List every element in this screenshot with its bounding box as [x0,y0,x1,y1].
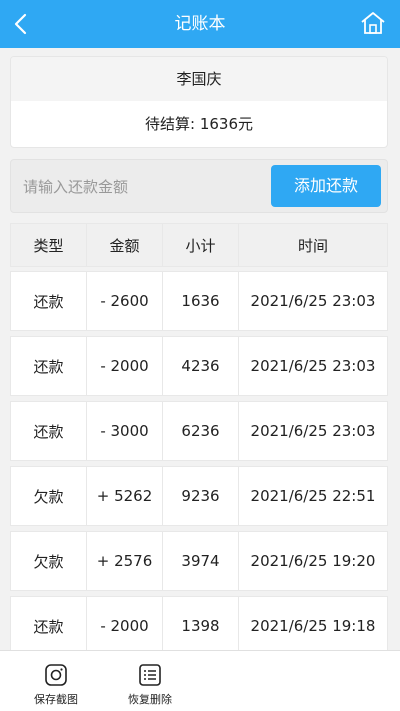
table-header: 类型 金额 小计 时间 [10,223,388,267]
account-card: 李国庆 待结算: 1636元 [10,56,388,148]
cell-type: 还款 [11,337,87,395]
cell-subtotal: 9236 [163,467,239,525]
table-row[interactable]: 还款 - 2000 1398 2021/6/25 19:18 [10,596,388,656]
table-row[interactable]: 还款 - 2000 4236 2021/6/25 23:03 [10,336,388,396]
add-repay-button[interactable]: 添加还款 [271,165,381,207]
column-header-amount: 金额 [87,224,163,266]
table-row[interactable]: 欠款 + 2576 3974 2021/6/25 19:20 [10,531,388,591]
repay-amount-input[interactable] [21,167,265,207]
cell-time: 2021/6/25 23:03 [250,422,376,440]
home-icon[interactable] [360,10,386,36]
bottom-toolbar: 保存截图 恢复删除 [0,650,400,711]
cell-time: 2021/6/25 19:18 [250,617,376,635]
cell-subtotal: 3974 [163,532,239,590]
save-screenshot-label: 保存截图 [34,693,78,706]
table-row[interactable]: 还款 - 2600 1636 2021/6/25 23:03 [10,271,388,331]
list-icon [139,664,161,686]
cell-type: 还款 [11,402,87,460]
cell-time: 2021/6/25 22:51 [250,487,376,505]
cell-time: 2021/6/25 23:03 [250,357,376,375]
cell-type: 欠款 [11,532,87,590]
restore-deleted-button[interactable]: 恢复删除 [110,651,190,711]
camera-icon [45,664,67,686]
cell-amount: + 5262 [87,467,163,525]
repay-bar: 添加还款 [10,159,388,213]
cell-type: 还款 [11,597,87,655]
cell-type: 还款 [11,272,87,330]
app-header: 记账本 [0,0,400,48]
ledger-table: 类型 金额 小计 时间 还款 - 2600 1636 2021/6/25 23:… [10,223,388,661]
cell-time: 2021/6/25 23:03 [250,292,376,310]
cell-amount: - 2000 [87,337,163,395]
cell-amount: + 2576 [87,532,163,590]
column-header-time: 时间 [297,236,328,255]
save-screenshot-button[interactable]: 保存截图 [16,651,96,711]
cell-amount: - 2000 [87,597,163,655]
cell-subtotal: 4236 [163,337,239,395]
pending-balance: 待结算: 1636元 [145,115,253,133]
cell-subtotal: 1636 [163,272,239,330]
table-row[interactable]: 还款 - 3000 6236 2021/6/25 23:03 [10,401,388,461]
page-title: 记账本 [174,14,226,34]
column-header-subtotal: 小计 [163,224,239,266]
table-row[interactable]: 欠款 + 5262 9236 2021/6/25 22:51 [10,466,388,526]
cell-type: 欠款 [11,467,87,525]
cell-amount: - 2600 [87,272,163,330]
column-header-type: 类型 [11,224,87,266]
cell-subtotal: 1398 [163,597,239,655]
cell-subtotal: 6236 [163,402,239,460]
restore-deleted-label: 恢复删除 [128,693,172,706]
account-name: 李国庆 [11,57,387,101]
cell-time: 2021/6/25 19:20 [250,552,376,570]
cell-amount: - 3000 [87,402,163,460]
